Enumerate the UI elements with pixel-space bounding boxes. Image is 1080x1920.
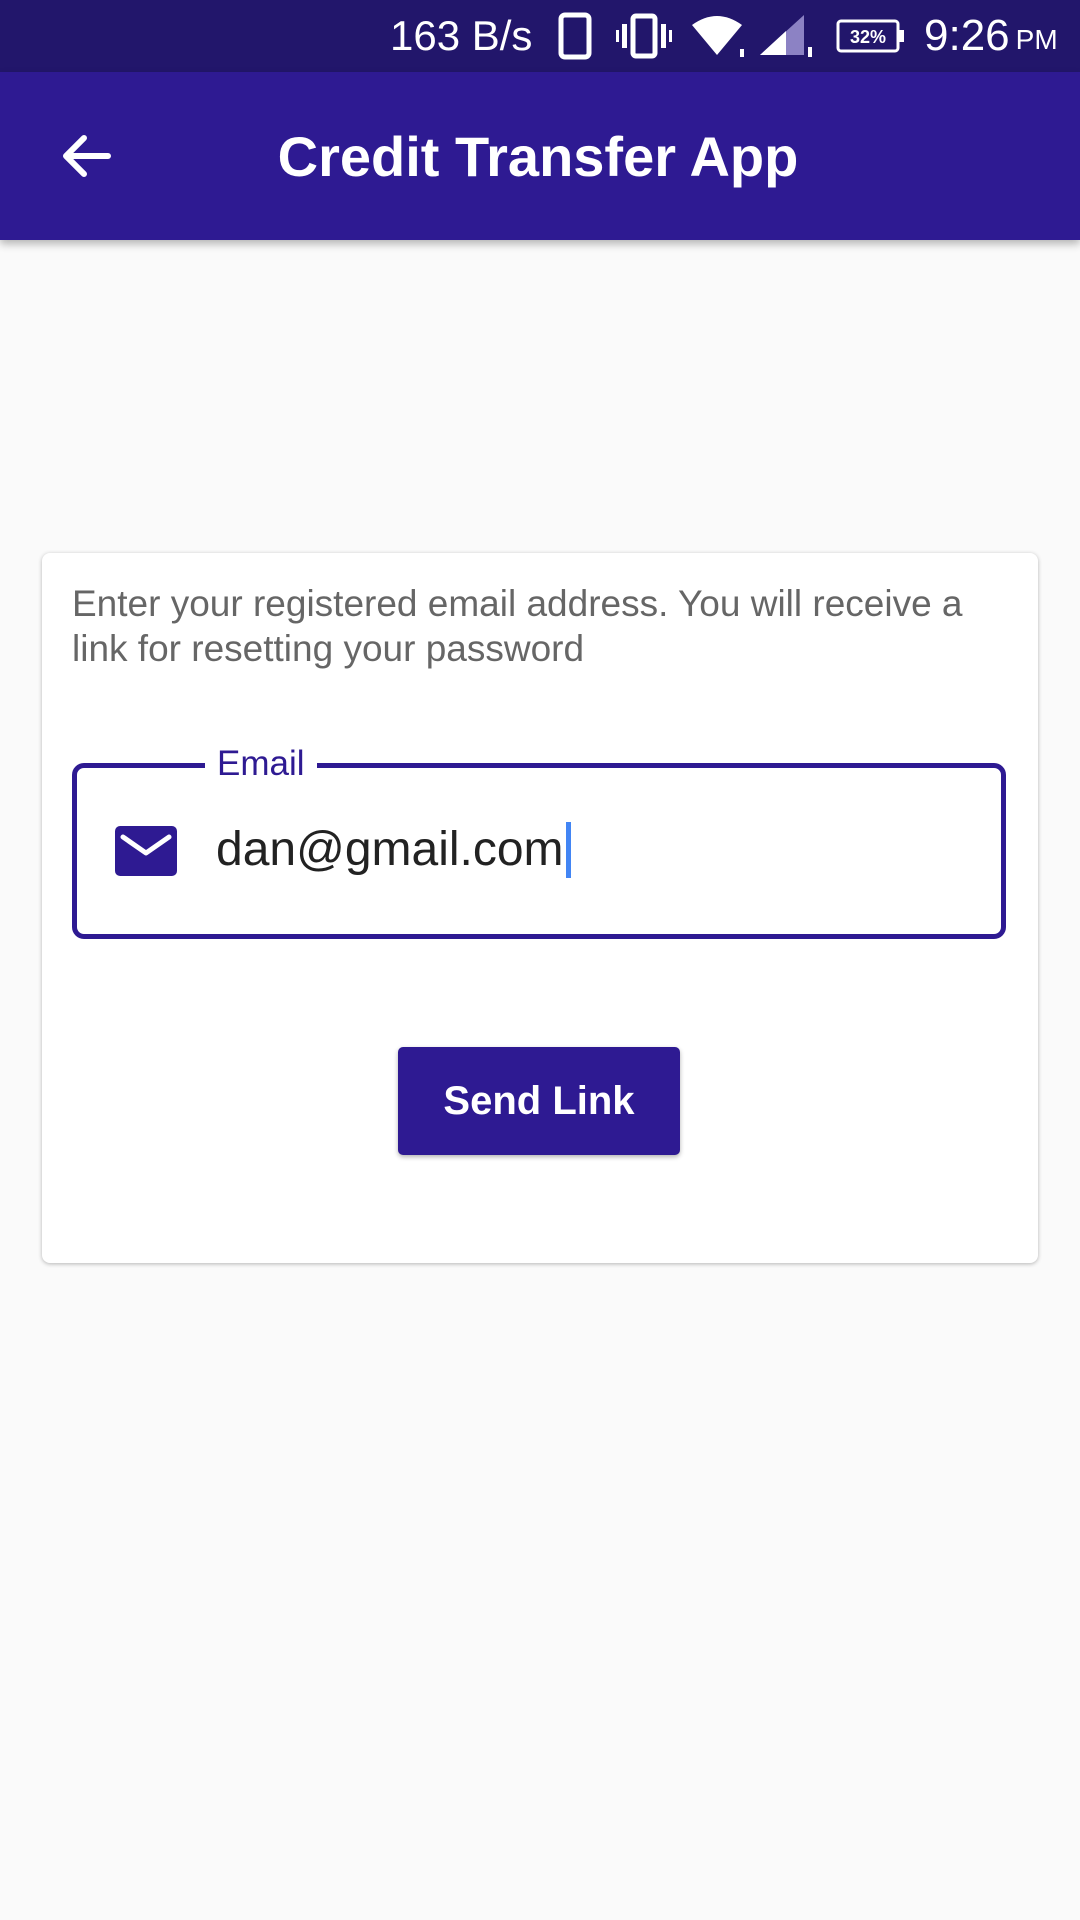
send-link-button[interactable]: Send Link <box>398 1047 680 1155</box>
phone-icon <box>558 0 592 72</box>
signal-icon <box>758 0 816 72</box>
app-bar: Credit Transfer App <box>0 72 1080 240</box>
app-title: Credit Transfer App <box>277 124 799 188</box>
clock: 9:26 PM <box>924 0 1058 72</box>
vibrate-icon <box>616 0 672 72</box>
mail-icon <box>115 826 177 876</box>
email-field[interactable]: Email dan@gmail.com <box>72 734 1006 939</box>
email-input-value: dan@gmail.com <box>216 823 564 876</box>
clock-time: 9:26 <box>924 11 1010 60</box>
reset-password-card: Enter your registered email address. You… <box>42 553 1038 1263</box>
battery-percent: 32% <box>850 27 886 47</box>
text-cursor <box>565 822 571 878</box>
battery-icon: 32% <box>836 0 906 72</box>
clock-ampm: PM <box>1015 24 1058 55</box>
back-button[interactable] <box>48 118 124 194</box>
wifi-icon <box>690 0 748 72</box>
status-bar: 163 B/s 32% 9:26 PM <box>0 0 1080 72</box>
instructions-text: Enter your registered email address. You… <box>72 583 963 669</box>
email-label: Email <box>205 734 317 794</box>
network-speed: 163 B/s <box>390 12 533 59</box>
arrow-back-icon <box>63 135 111 177</box>
email-input[interactable]: dan@gmail.com <box>216 820 571 880</box>
